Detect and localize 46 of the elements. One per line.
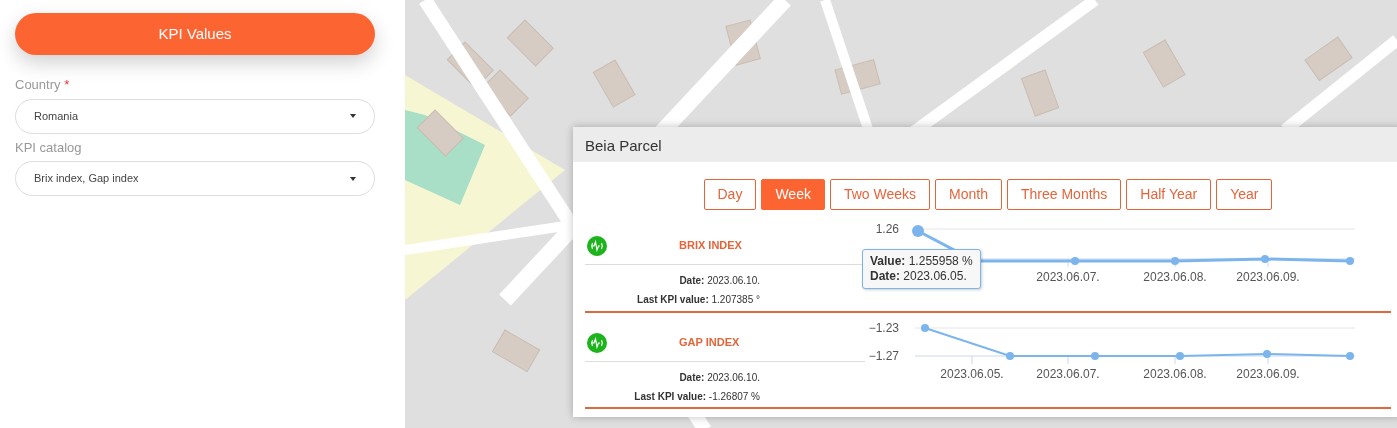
select-field[interactable]: Brix index, Gap index xyxy=(15,161,375,196)
kpi-title: BRIX INDEX xyxy=(679,238,742,254)
period-tab[interactable]: Week xyxy=(761,179,825,210)
axis-tick-label: −1.27 xyxy=(868,349,899,363)
axis-tick-label: −1.23 xyxy=(868,321,899,335)
period-tab[interactable]: Day xyxy=(703,179,757,210)
data-point xyxy=(912,225,924,237)
data-point xyxy=(1346,257,1354,265)
data-point xyxy=(921,324,929,332)
pulse-icon xyxy=(587,332,607,353)
date-text: Date: 2023.06.10. xyxy=(678,371,760,385)
period-tab[interactable]: Three Months xyxy=(1007,179,1122,210)
caret-icon xyxy=(350,176,356,181)
required-mark: * xyxy=(64,77,70,92)
axis-tick-label: 2023.06.08. xyxy=(1143,367,1207,381)
caret-icon xyxy=(350,114,356,118)
data-point xyxy=(1176,352,1184,360)
data-point xyxy=(1261,255,1269,263)
field-label: KPI catalog xyxy=(15,139,82,155)
popup-title: Beia Parcel xyxy=(573,127,1397,162)
last-value-text: Last KPI value: 1.207385 ° xyxy=(636,293,760,307)
axis-tick-label: 1.26 xyxy=(875,222,899,236)
kpi-title: GAP INDEX xyxy=(679,335,740,351)
kpi-values-button[interactable]: KPI Values xyxy=(15,13,375,55)
field-label: Country xyxy=(15,77,61,92)
data-point xyxy=(1346,352,1354,360)
axis-tick-label: 2023.06.09. xyxy=(1236,367,1300,381)
pulse-icon xyxy=(587,235,607,256)
last-value-text: Last KPI value: -1.26807 % xyxy=(633,390,760,404)
data-point xyxy=(1071,257,1079,265)
date-text: Date: 2023.06.10. xyxy=(678,274,760,288)
period-tab[interactable]: Year xyxy=(1216,179,1273,210)
axis-tick-label: 2023.06.07. xyxy=(1036,367,1100,381)
period-tab[interactable]: Half Year xyxy=(1126,179,1212,210)
data-point xyxy=(1263,350,1271,358)
period-tab[interactable]: Month xyxy=(935,179,1002,210)
data-point xyxy=(1006,352,1014,360)
axis-tick-label: 2023.06.08. xyxy=(1143,270,1207,284)
axis-tick-label: 2023.06.05. xyxy=(940,367,1004,381)
select-field[interactable]: Romania xyxy=(15,98,375,134)
data-point xyxy=(1171,257,1179,265)
period-tab[interactable]: Two Weeks xyxy=(829,179,931,210)
chart-tooltip: Value: 1.255958 % Date: 2023.06.05. xyxy=(862,249,981,289)
data-point xyxy=(1091,352,1099,360)
axis-tick-label: 2023.06.09. xyxy=(1236,270,1300,284)
axis-tick-label: 2023.06.07. xyxy=(1036,270,1100,284)
